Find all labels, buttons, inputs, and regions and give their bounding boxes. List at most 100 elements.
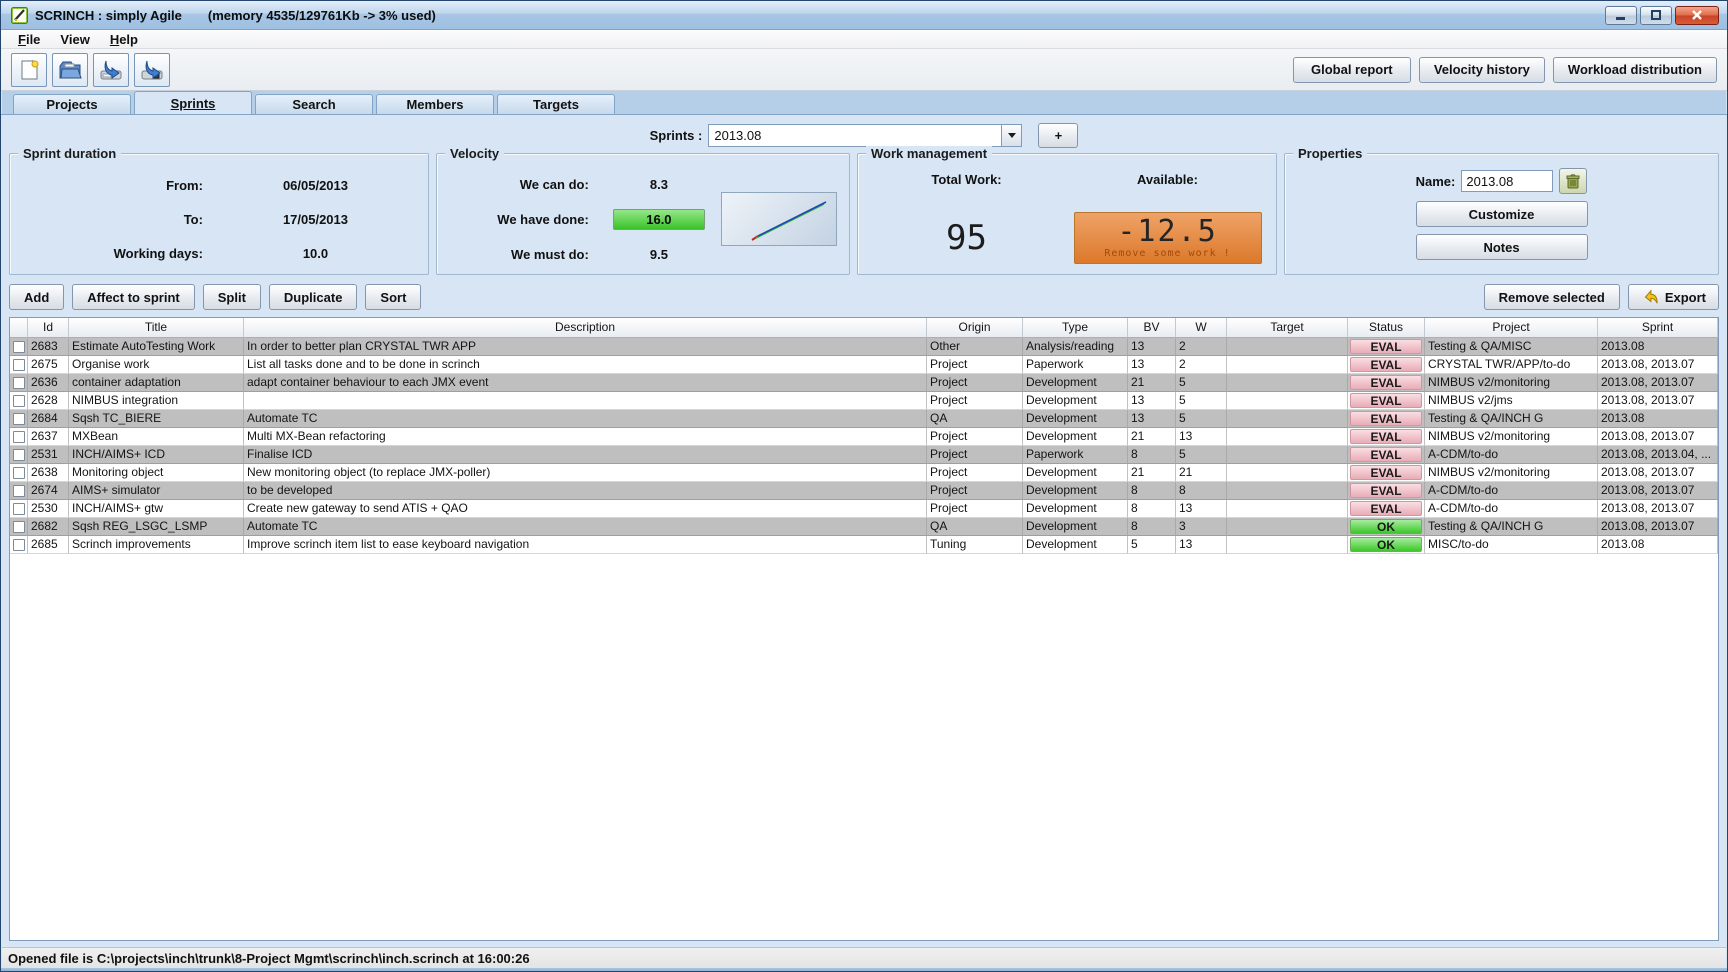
- status-badge[interactable]: EVAL: [1350, 501, 1422, 516]
- customize-button[interactable]: Customize: [1416, 201, 1588, 227]
- title-bar[interactable]: SCRINCH : simply Agile (memory 4535/1297…: [1, 1, 1727, 30]
- save-as-button[interactable]: [134, 53, 170, 87]
- table-row[interactable]: 2531INCH/AIMS+ ICDFinalise ICDProjectPap…: [10, 446, 1718, 464]
- cell-origin: Other: [927, 338, 1023, 356]
- new-file-icon: [17, 58, 41, 82]
- status-badge[interactable]: EVAL: [1350, 429, 1422, 444]
- cell-sprint: 2013.08, 2013.07: [1598, 428, 1718, 446]
- delete-sprint-button[interactable]: [1559, 168, 1587, 194]
- cell-description: List all tasks done and to be done in sc…: [244, 356, 927, 374]
- close-button[interactable]: [1675, 6, 1719, 25]
- status-badge[interactable]: OK: [1350, 519, 1422, 534]
- table-row[interactable]: 2683Estimate AutoTesting WorkIn order to…: [10, 338, 1718, 356]
- row-checkbox[interactable]: [13, 503, 25, 515]
- cell-title: Organise work: [69, 356, 244, 374]
- row-checkbox[interactable]: [13, 449, 25, 461]
- tab-search[interactable]: Search: [255, 94, 373, 114]
- menu-help[interactable]: Help: [101, 32, 147, 47]
- column-header-origin[interactable]: Origin: [927, 318, 1023, 338]
- menu-view[interactable]: View: [51, 32, 98, 47]
- total-work-value: 95: [946, 218, 987, 258]
- tab-sprints[interactable]: Sprints: [134, 91, 252, 114]
- workload-distribution-button[interactable]: Workload distribution: [1553, 57, 1717, 83]
- cell-title: Sqsh TC_BIERE: [69, 410, 244, 428]
- status-badge[interactable]: EVAL: [1350, 339, 1422, 354]
- menu-bar: File View Help: [1, 30, 1727, 49]
- cell-project: Testing & QA/INCH G: [1425, 410, 1598, 428]
- row-checkbox[interactable]: [13, 431, 25, 443]
- column-header-project[interactable]: Project: [1425, 318, 1598, 338]
- notes-button[interactable]: Notes: [1416, 234, 1588, 260]
- row-checkbox[interactable]: [13, 521, 25, 533]
- export-button[interactable]: Export: [1628, 284, 1719, 310]
- global-report-button[interactable]: Global report: [1293, 57, 1411, 83]
- affect-to-sprint-button[interactable]: Affect to sprint: [72, 284, 194, 310]
- row-checkbox[interactable]: [13, 395, 25, 407]
- table-empty-area: [10, 554, 1718, 940]
- column-header-target[interactable]: Target: [1227, 318, 1348, 338]
- table-row[interactable]: 2636container adaptationadapt container …: [10, 374, 1718, 392]
- row-checkbox[interactable]: [13, 485, 25, 497]
- column-header-status[interactable]: Status: [1348, 318, 1425, 338]
- status-badge[interactable]: EVAL: [1350, 483, 1422, 498]
- status-badge[interactable]: EVAL: [1350, 465, 1422, 480]
- table-row[interactable]: 2685Scrinch improvementsImprove scrinch …: [10, 536, 1718, 554]
- menu-file[interactable]: File: [9, 32, 49, 47]
- table-row[interactable]: 2637MXBeanMulti MX-Bean refactoringProje…: [10, 428, 1718, 446]
- column-header-title[interactable]: Title: [69, 318, 244, 338]
- combobox-dropdown-button[interactable]: [1001, 125, 1021, 146]
- row-checkbox[interactable]: [13, 341, 25, 353]
- table-row[interactable]: 2684Sqsh TC_BIEREAutomate TCQADevelopmen…: [10, 410, 1718, 428]
- row-checkbox-cell: [10, 446, 28, 464]
- tab-projects[interactable]: Projects: [13, 94, 131, 114]
- sort-button[interactable]: Sort: [365, 284, 421, 310]
- table-row[interactable]: 2530INCH/AIMS+ gtwCreate new gateway to …: [10, 500, 1718, 518]
- cell-w: 3: [1176, 518, 1227, 536]
- duplicate-button[interactable]: Duplicate: [269, 284, 358, 310]
- status-badge[interactable]: EVAL: [1350, 447, 1422, 462]
- maximize-button[interactable]: [1640, 6, 1672, 25]
- row-checkbox[interactable]: [13, 359, 25, 371]
- table-row[interactable]: 2628NIMBUS integrationProjectDevelopment…: [10, 392, 1718, 410]
- open-file-button[interactable]: [52, 53, 88, 87]
- tab-members[interactable]: Members: [376, 94, 494, 114]
- status-badge[interactable]: OK: [1350, 537, 1422, 552]
- new-file-button[interactable]: [11, 53, 47, 87]
- status-badge[interactable]: EVAL: [1350, 357, 1422, 372]
- column-header-type[interactable]: Type: [1023, 318, 1128, 338]
- velocity-mini-chart[interactable]: [721, 192, 837, 246]
- row-checkbox[interactable]: [13, 467, 25, 479]
- column-header-w[interactable]: W: [1176, 318, 1227, 338]
- tab-targets[interactable]: Targets: [497, 94, 615, 114]
- table-row[interactable]: 2674AIMS+ simulatorto be developedProjec…: [10, 482, 1718, 500]
- open-file-icon: [57, 58, 83, 82]
- status-badge[interactable]: EVAL: [1350, 393, 1422, 408]
- sprint-combobox[interactable]: 2013.08: [708, 124, 1022, 147]
- cell-description: Automate TC: [244, 518, 927, 536]
- column-header-sprint[interactable]: Sprint: [1598, 318, 1718, 338]
- row-checkbox[interactable]: [13, 539, 25, 551]
- column-header-bv[interactable]: BV: [1128, 318, 1176, 338]
- row-checkbox[interactable]: [13, 377, 25, 389]
- table-row[interactable]: 2675Organise workList all tasks done and…: [10, 356, 1718, 374]
- save-as-icon: [139, 58, 165, 82]
- table-row[interactable]: 2682Sqsh REG_LSGC_LSMPAutomate TCQADevel…: [10, 518, 1718, 536]
- status-badge[interactable]: EVAL: [1350, 411, 1422, 426]
- split-button[interactable]: Split: [203, 284, 261, 310]
- column-header-description[interactable]: Description: [244, 318, 927, 338]
- velocity-history-button[interactable]: Velocity history: [1419, 57, 1545, 83]
- add-button[interactable]: Add: [9, 284, 64, 310]
- cell-project: NIMBUS v2/monitoring: [1425, 374, 1598, 392]
- table-row[interactable]: 2638Monitoring objectNew monitoring obje…: [10, 464, 1718, 482]
- row-checkbox[interactable]: [13, 413, 25, 425]
- cell-title: Sqsh REG_LSGC_LSMP: [69, 518, 244, 536]
- remove-selected-button[interactable]: Remove selected: [1484, 284, 1620, 310]
- minimize-button[interactable]: [1605, 6, 1637, 25]
- column-header-id[interactable]: Id: [28, 318, 69, 338]
- cell-bv: 8: [1128, 518, 1176, 536]
- add-sprint-button[interactable]: +: [1038, 123, 1078, 148]
- save-button[interactable]: [93, 53, 129, 87]
- cell-w: 2: [1176, 338, 1227, 356]
- sprint-name-input[interactable]: [1461, 170, 1553, 192]
- status-badge[interactable]: EVAL: [1350, 375, 1422, 390]
